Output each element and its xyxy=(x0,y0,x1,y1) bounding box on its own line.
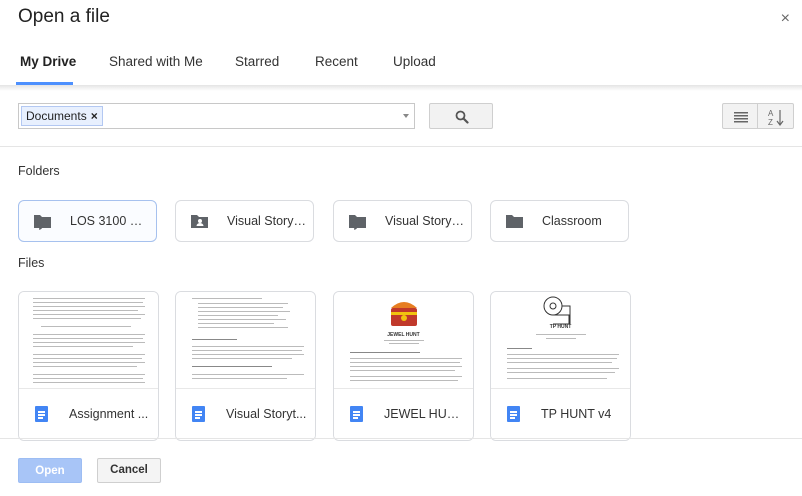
folder-tile[interactable]: Visual Storyt... xyxy=(333,200,472,242)
tab-upload[interactable]: Upload xyxy=(393,44,436,85)
toolbar-divider xyxy=(0,146,802,147)
folder-name: LOS 3100 Da... xyxy=(70,214,150,228)
file-name: TP HUNT v4 xyxy=(541,407,612,421)
close-icon[interactable]: × xyxy=(781,10,790,28)
tab-starred[interactable]: Starred xyxy=(235,44,279,85)
folder-name: Visual Storyt... xyxy=(227,214,307,228)
thumbnail-title: TP HUNT xyxy=(549,324,572,330)
document-thumbnail: JEWEL HUNT xyxy=(334,292,473,388)
treasure-chest-icon xyxy=(391,302,417,326)
tab-bar-shadow xyxy=(0,85,802,91)
shared-folder-icon xyxy=(34,215,51,230)
thumbnail-title: JEWEL HUNT xyxy=(387,332,420,338)
dialog-title: Open a file xyxy=(18,6,110,27)
chip-label: Documents xyxy=(26,109,87,123)
folder-name: Classroom xyxy=(542,214,602,228)
document-thumbnail: TP HUNT xyxy=(491,292,630,388)
folder-icon xyxy=(506,215,523,228)
tab-shared-with-me[interactable]: Shared with Me xyxy=(109,44,203,85)
shared-folder-icon xyxy=(349,215,366,230)
svg-text:Z: Z xyxy=(768,118,773,127)
tab-recent[interactable]: Recent xyxy=(315,44,358,85)
svg-text:A: A xyxy=(768,109,774,118)
folder-tile[interactable]: LOS 3100 Da... xyxy=(18,200,157,242)
file-name: Assignment ... xyxy=(69,407,149,421)
list-view-button[interactable] xyxy=(722,103,758,129)
file-tile[interactable]: Assignment ... xyxy=(18,291,159,441)
files-section-label: Files xyxy=(18,256,45,270)
open-button[interactable]: Open xyxy=(18,458,82,483)
search-button[interactable] xyxy=(429,103,493,129)
document-thumbnail xyxy=(19,292,158,388)
shared-drive-folder-icon xyxy=(191,215,208,228)
search-input[interactable]: Documents × xyxy=(18,103,415,129)
file-name: Visual Storyt... xyxy=(226,407,307,421)
file-tile[interactable]: JEWEL HUNT JEWEL HUNT... xyxy=(333,291,474,441)
sort-az-icon: A Z xyxy=(768,109,784,127)
search-icon xyxy=(455,110,469,124)
file-tile[interactable]: Visual Storyt... xyxy=(175,291,316,441)
folder-tile[interactable]: Visual Storyt... xyxy=(175,200,314,242)
search-dropdown-icon[interactable] xyxy=(403,114,409,118)
tab-bar: My Drive Shared with Me Starred Recent U… xyxy=(0,44,802,85)
google-docs-icon xyxy=(350,406,363,422)
folders-section-label: Folders xyxy=(18,164,60,178)
google-docs-icon xyxy=(35,406,48,422)
footer-divider xyxy=(0,438,802,439)
google-docs-icon xyxy=(192,406,205,422)
toilet-paper-icon xyxy=(543,296,571,325)
folder-tile[interactable]: Classroom xyxy=(490,200,629,242)
document-thumbnail xyxy=(176,292,315,388)
chip-remove-icon[interactable]: × xyxy=(91,109,98,123)
tab-my-drive[interactable]: My Drive xyxy=(20,44,76,85)
list-view-icon xyxy=(734,112,748,123)
google-docs-icon xyxy=(507,406,520,422)
cancel-button[interactable]: Cancel xyxy=(97,458,161,483)
sort-button[interactable]: A Z xyxy=(758,103,794,129)
folder-name: Visual Storyt... xyxy=(385,214,465,228)
search-filter-chip: Documents × xyxy=(21,106,103,126)
file-name: JEWEL HUNT... xyxy=(384,407,466,421)
file-tile[interactable]: TP HUNT TP HUNT v4 xyxy=(490,291,631,441)
